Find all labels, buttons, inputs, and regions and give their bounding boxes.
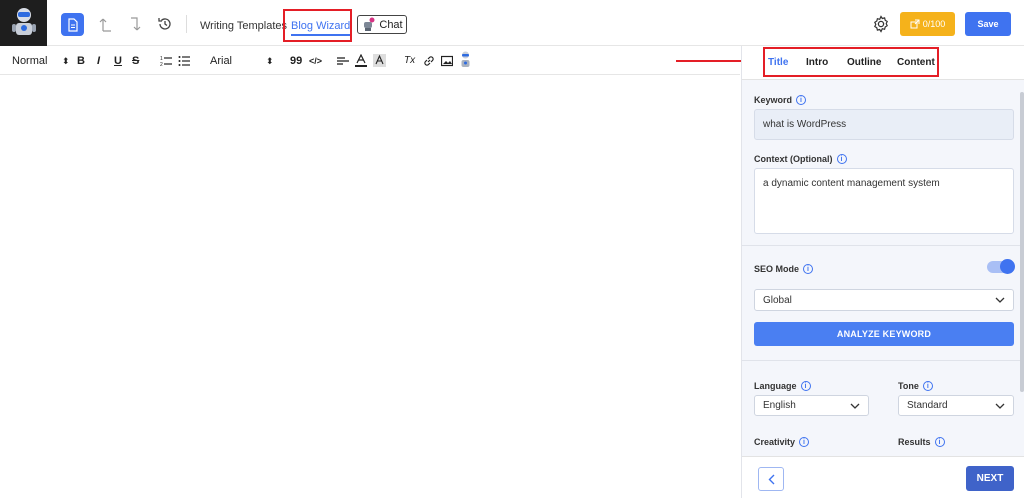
seo-mode-label-text: SEO Mode — [754, 264, 800, 274]
analyze-keyword-button[interactable]: ANALYZE KEYWORD — [754, 322, 1014, 346]
info-icon[interactable]: i — [922, 381, 933, 391]
blockquote-button[interactable]: 99 — [290, 54, 302, 68]
chevron-down-icon — [850, 403, 860, 409]
code-block-button[interactable]: </> — [309, 54, 322, 68]
annotation-box-tabs — [763, 47, 939, 77]
save-button[interactable]: Save — [965, 12, 1011, 36]
context-label-text: Context (Optional) — [754, 154, 833, 164]
info-icon[interactable]: i — [803, 264, 814, 274]
previous-button[interactable] — [758, 467, 784, 491]
region-value: Global — [763, 294, 792, 306]
results-label: Results i — [898, 437, 945, 447]
redo-arrow-icon — [131, 17, 141, 31]
keyword-input[interactable]: what is WordPress — [754, 109, 1014, 140]
strikethrough-button[interactable]: S — [132, 54, 139, 68]
results-label-text: Results — [898, 437, 931, 447]
chat-robot-icon — [364, 17, 375, 31]
image-icon[interactable] — [441, 55, 453, 67]
settings-gear-icon[interactable] — [872, 15, 890, 33]
info-icon[interactable]: i — [800, 381, 811, 391]
bullet-list-icon[interactable] — [178, 55, 190, 67]
format-toolbar: Normal ⬍ B I U S 1 2 Arial ⬍ 99 </> Tx — [0, 47, 740, 75]
clear-format-button[interactable]: Tx — [404, 54, 415, 68]
language-label-text: Language — [754, 381, 797, 391]
underline-button[interactable]: U — [114, 54, 122, 68]
language-select[interactable]: English — [754, 395, 869, 416]
annotation-box-blog-wizard — [283, 9, 352, 42]
chevron-updown-icon[interactable]: ⬍ — [266, 54, 274, 68]
nav-writing-templates[interactable]: Writing Templates — [200, 20, 287, 32]
redo-button[interactable] — [126, 14, 146, 34]
context-textarea[interactable]: a dynamic content management system — [754, 168, 1014, 234]
creativity-label-text: Creativity — [754, 437, 796, 447]
undo-button[interactable] — [96, 14, 116, 34]
language-label: Language i — [754, 381, 811, 391]
undo-arrow-icon — [99, 18, 111, 32]
app-logo[interactable] — [0, 0, 47, 46]
highlight-color-icon[interactable] — [373, 54, 386, 67]
region-select[interactable]: Global — [754, 289, 1014, 311]
chat-button[interactable]: Chat — [357, 15, 407, 34]
credits-icon — [910, 19, 920, 29]
info-icon[interactable]: i — [799, 437, 810, 447]
robot-logo-icon — [11, 8, 36, 35]
next-button[interactable]: NEXT — [966, 466, 1014, 491]
font-family-select[interactable]: Arial — [210, 54, 232, 68]
panel-scrollbar[interactable] — [1020, 92, 1024, 392]
wizard-footer: NEXT — [742, 456, 1024, 498]
seo-mode-toggle[interactable] — [987, 259, 1015, 274]
language-value: English — [763, 400, 796, 411]
credits-button[interactable]: 0/100 — [900, 12, 955, 36]
bold-button[interactable]: B — [77, 54, 85, 68]
document-button[interactable] — [61, 13, 84, 36]
tone-label-text: Tone — [898, 381, 919, 391]
chevron-down-icon — [995, 297, 1005, 303]
divider — [186, 15, 187, 33]
ai-robot-icon[interactable] — [459, 51, 472, 69]
creativity-label: Creativity i — [754, 437, 810, 447]
history-icon — [158, 18, 171, 30]
toggle-knob — [1000, 259, 1015, 274]
svg-text:2: 2 — [160, 62, 163, 67]
chat-label: Chat — [379, 18, 403, 31]
chevron-left-icon — [768, 474, 774, 484]
italic-button[interactable]: I — [97, 54, 100, 68]
align-left-icon[interactable] — [337, 55, 349, 67]
link-icon[interactable] — [423, 55, 435, 67]
text-color-icon[interactable] — [355, 54, 367, 67]
chevron-updown-icon[interactable]: ⬍ — [62, 54, 70, 68]
top-bar: Writing Templates Blog Wizard Chat 0/100… — [0, 0, 1024, 46]
section-divider — [742, 245, 1024, 246]
tone-value: Standard — [907, 400, 948, 411]
ordered-list-icon[interactable]: 1 2 — [160, 55, 172, 67]
chevron-down-icon — [995, 403, 1005, 409]
tone-select[interactable]: Standard — [898, 395, 1014, 416]
credits-count: 0/100 — [922, 19, 946, 29]
tone-label: Tone i — [898, 381, 933, 391]
keyword-label-text: Keyword — [754, 95, 793, 105]
editor-area[interactable] — [0, 76, 740, 498]
info-icon[interactable]: i — [796, 95, 807, 105]
keyword-label: Keyword i — [754, 95, 807, 105]
info-icon[interactable]: i — [836, 154, 847, 164]
history-button[interactable] — [155, 14, 175, 34]
section-divider — [742, 360, 1024, 361]
blog-wizard-panel: Title Intro Outline Content Keyword i wh… — [741, 46, 1024, 498]
document-icon — [67, 17, 78, 32]
seo-mode-label: SEO Mode i — [754, 264, 814, 274]
context-label: Context (Optional) i — [754, 154, 847, 164]
paragraph-style-select[interactable]: Normal — [12, 54, 47, 68]
info-icon[interactable]: i — [934, 437, 945, 447]
